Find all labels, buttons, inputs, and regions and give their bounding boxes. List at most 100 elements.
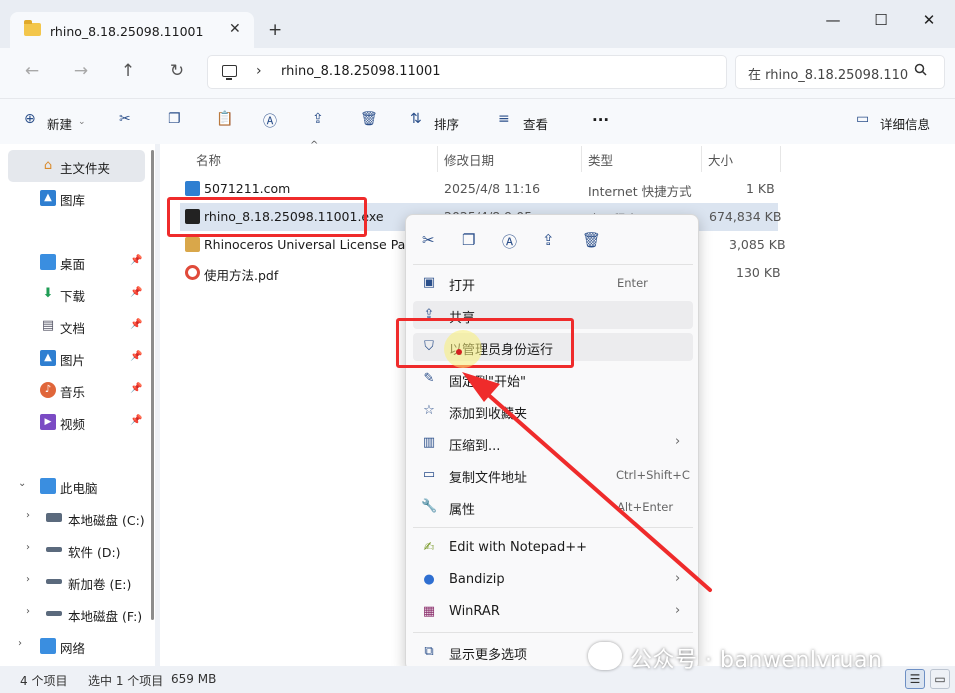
column-divider[interactable]	[701, 146, 702, 172]
tab-current[interactable]: rhino_8.18.25098.11001 ✕	[10, 12, 254, 48]
chevron-down-icon[interactable]: ⌄	[18, 478, 26, 489]
delete-icon[interactable]: 🗑	[360, 111, 378, 127]
menu-item-open[interactable]: ▣ 打开 Enter	[413, 269, 693, 297]
chevron-right-icon[interactable]: ›	[256, 63, 262, 79]
menu-item-winrar[interactable]: ▦ WinRAR ›	[413, 598, 693, 626]
menu-item-compress[interactable]: ▥ 压缩到... ›	[413, 429, 693, 457]
menu-item-copy-path[interactable]: ▭ 复制文件地址 Ctrl+Shift+C	[413, 461, 693, 489]
share-icon[interactable]: ⇪	[312, 111, 324, 127]
chevron-right-icon[interactable]: ›	[18, 638, 22, 649]
rename-icon[interactable]: Ⓐ	[502, 231, 517, 252]
sidebar-item-label: 软件 (D:)	[68, 545, 121, 560]
pin-icon[interactable]: 📌	[130, 351, 142, 362]
pin-icon[interactable]: 📌	[130, 319, 142, 330]
details-button[interactable]: 详细信息	[880, 114, 930, 133]
sidebar-item-videos[interactable]: ▶ 视频 📌	[8, 406, 145, 438]
chevron-right-icon[interactable]: ›	[26, 542, 30, 553]
forward-button[interactable]: →	[69, 61, 93, 81]
menu-item-properties[interactable]: 🔧 属性 Alt+Enter	[413, 493, 693, 521]
menu-item-label: 固定到"开始"	[449, 375, 526, 390]
chevron-right-icon[interactable]: ›	[26, 510, 30, 521]
copy-icon[interactable]: ❐	[462, 231, 475, 249]
cut-icon[interactable]: ✂	[422, 231, 435, 249]
sidebar-scroll-thumb[interactable]	[151, 150, 154, 620]
menu-item-label: Bandizip	[449, 572, 505, 587]
menu-item-label: WinRAR	[449, 604, 500, 619]
column-divider[interactable]	[581, 146, 582, 172]
share-icon[interactable]: ⇪	[542, 231, 555, 249]
sidebar-item-gallery[interactable]: ▲ 图库	[8, 182, 145, 214]
menu-item-label: 打开	[449, 279, 476, 294]
sidebar-item-network[interactable]: › 网络	[8, 630, 145, 662]
cursor-highlight	[444, 330, 482, 368]
paste-icon[interactable]: 📋	[216, 111, 233, 127]
menu-divider	[413, 632, 693, 633]
gallery-icon: ▲	[40, 190, 56, 206]
sort-button[interactable]: 排序	[434, 114, 459, 133]
sidebar-item-drive-d[interactable]: › 软件 (D:)	[8, 534, 145, 566]
pin-icon: ✎	[423, 371, 435, 386]
sidebar-item-this-pc[interactable]: ⌄ 此电脑	[8, 470, 145, 502]
wrench-icon: 🔧	[421, 499, 438, 514]
sidebar-item-desktop[interactable]: 桌面 📌	[8, 246, 145, 278]
close-window-button[interactable]: ✕	[914, 11, 944, 29]
sidebar-item-drive-c[interactable]: › 本地磁盘 (C:)	[8, 502, 145, 534]
chevron-right-icon[interactable]: ›	[26, 606, 30, 617]
sidebar-item-label: 下载	[60, 289, 86, 304]
column-header-date[interactable]: 修改日期	[444, 150, 494, 169]
sidebar-item-pictures[interactable]: ▲ 图片 📌	[8, 342, 145, 374]
column-header-size[interactable]: 大小	[708, 150, 733, 169]
sidebar-item-home[interactable]: ⌂ 主文件夹	[8, 150, 145, 182]
sidebar-item-documents[interactable]: ▤ 文档 📌	[8, 310, 145, 342]
view-button[interactable]: 查看	[523, 114, 548, 133]
minimize-button[interactable]: —	[818, 11, 848, 29]
view-icon[interactable]: ≡	[498, 111, 510, 127]
back-button[interactable]: ←	[20, 61, 44, 81]
sidebar-item-downloads[interactable]: ⬇ 下载 📌	[8, 278, 145, 310]
column-divider[interactable]	[437, 146, 438, 172]
pdf-chrome-icon	[185, 265, 200, 280]
file-name: Rhinoceros Universal License Patch	[204, 237, 426, 252]
menu-item-add-favorite[interactable]: ☆ 添加到收藏夹	[413, 397, 693, 425]
sidebar-item-drive-e[interactable]: › 新加卷 (E:)	[8, 566, 145, 598]
column-header-type[interactable]: 类型	[588, 150, 613, 169]
column-header-name[interactable]: 名称	[196, 150, 221, 169]
tiles-view-button[interactable]: ▭	[930, 669, 950, 689]
rename-icon[interactable]: Ⓐ	[263, 111, 277, 131]
address-bar[interactable]: › rhino_8.18.25098.11001	[207, 55, 727, 89]
pin-icon[interactable]: 📌	[130, 383, 142, 394]
new-button[interactable]: 新建	[47, 114, 72, 133]
sidebar-item-label: 本地磁盘 (F:)	[68, 609, 143, 624]
column-divider[interactable]	[780, 146, 781, 172]
winrar-icon: ▦	[422, 604, 436, 619]
pin-icon[interactable]: 📌	[130, 287, 142, 298]
chevron-right-icon[interactable]: ›	[26, 574, 30, 585]
address-path[interactable]: rhino_8.18.25098.11001	[281, 64, 441, 79]
chevron-down-icon[interactable]: ⌄	[78, 117, 86, 127]
delete-icon[interactable]: 🗑	[582, 231, 601, 249]
new-icon[interactable]: ⊕	[24, 111, 36, 127]
maximize-button[interactable]: ☐	[866, 11, 896, 29]
cut-icon[interactable]: ✂	[119, 111, 131, 127]
details-pane-icon[interactable]: ▭	[856, 111, 869, 127]
drive-icon	[46, 513, 62, 522]
pin-icon[interactable]: 📌	[130, 415, 142, 426]
more-button[interactable]: ···	[592, 111, 609, 129]
up-button[interactable]: ↑	[116, 61, 140, 81]
copy-icon[interactable]: ❐	[168, 111, 181, 127]
new-tab-button[interactable]: +	[268, 20, 282, 40]
menu-item-bandizip[interactable]: ● Bandizip ›	[413, 566, 693, 594]
search-input[interactable]: 在 rhino_8.18.25098.11001 中搜索	[735, 55, 945, 89]
sidebar-item-label: 图片	[60, 353, 86, 368]
menu-shortcut: Alt+Enter	[617, 500, 674, 514]
sidebar-item-label: 新加卷 (E:)	[68, 577, 132, 592]
refresh-button[interactable]: ↻	[165, 61, 189, 81]
sort-icon[interactable]: ⇅	[410, 111, 422, 127]
sidebar-item-drive-f[interactable]: › 本地磁盘 (F:)	[8, 598, 145, 630]
menu-item-notepad[interactable]: ✍ Edit with Notepad++	[413, 534, 693, 562]
menu-item-pin-start[interactable]: ✎ 固定到"开始"	[413, 365, 693, 393]
command-bar: ⊕ 新建 ⌄ ✂ ❐ 📋 Ⓐ ⇪ 🗑 ⇅ 排序 ≡ 查看 ··· ▭ 详细信息	[0, 98, 955, 144]
pin-icon[interactable]: 📌	[130, 255, 142, 266]
tab-close-icon[interactable]: ✕	[229, 21, 241, 37]
sidebar-item-music[interactable]: ♪ 音乐 📌	[8, 374, 145, 406]
